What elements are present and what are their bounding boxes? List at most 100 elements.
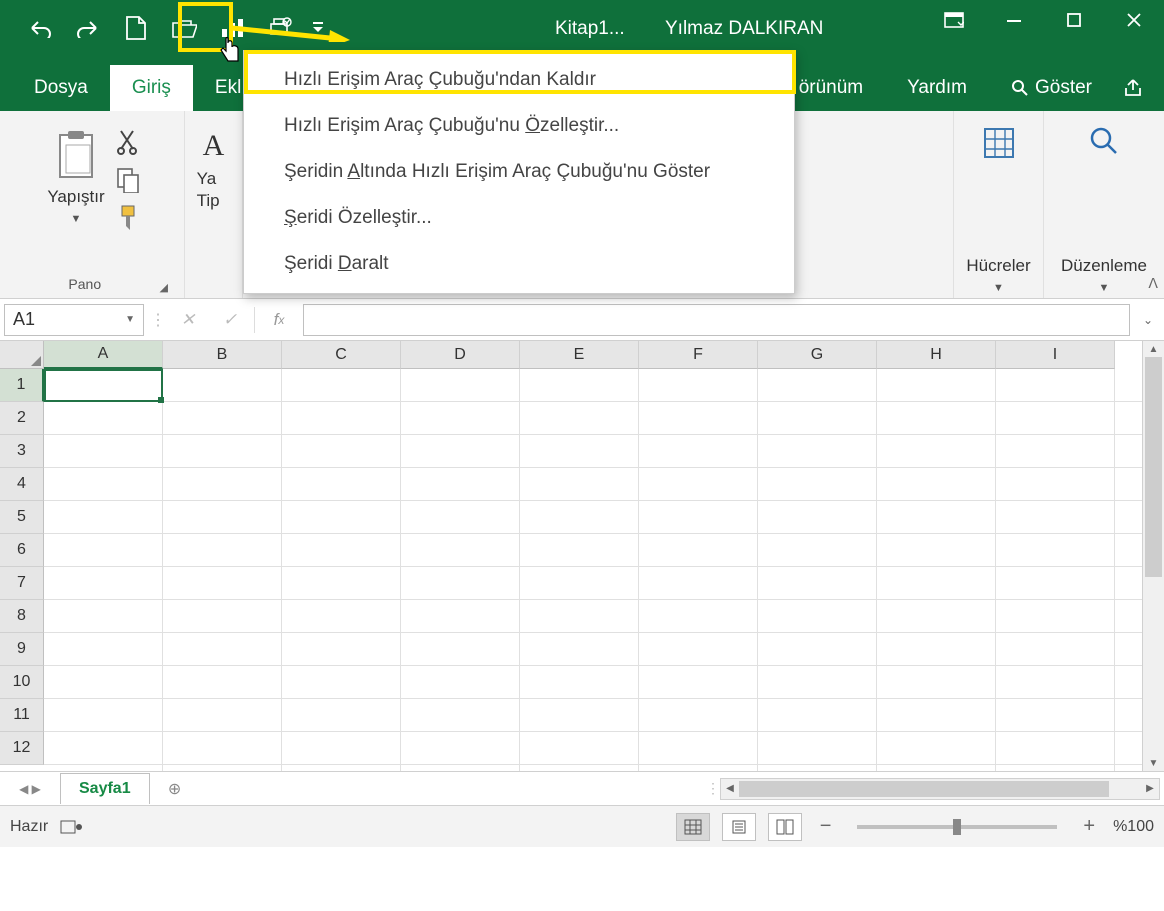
sheet-tab-sayfa1[interactable]: Sayfa1 <box>60 773 150 804</box>
insert-function-button[interactable]: fx <box>261 304 297 336</box>
zoom-out-button[interactable]: − <box>814 815 838 838</box>
brush-icon <box>116 204 140 232</box>
row-header[interactable]: 1 <box>0 369 44 402</box>
row-header[interactable]: 2 <box>0 402 44 435</box>
cells-icon <box>981 125 1017 161</box>
horizontal-scrollbar[interactable]: ◀ ▶ <box>720 778 1160 800</box>
ribbon-group-pano: Yapıştır ▼ Pano ◢ <box>0 111 185 298</box>
scroll-left-arrow[interactable]: ◀ <box>721 783 739 794</box>
macro-record-button[interactable] <box>60 818 82 836</box>
column-header[interactable]: G <box>758 341 877 369</box>
qat-customize-dropdown[interactable] <box>308 21 328 35</box>
context-collapse-ribbon[interactable]: Şeridi Daralt <box>244 241 794 287</box>
tab-dosya[interactable]: Dosya <box>12 65 110 111</box>
formula-input[interactable] <box>303 304 1130 336</box>
select-all-corner[interactable] <box>0 341 44 369</box>
column-header[interactable]: F <box>639 341 758 369</box>
print-preview-button[interactable] <box>260 8 300 48</box>
name-box[interactable]: A1▼ <box>4 304 144 336</box>
name-box-handle[interactable]: ⋮ <box>150 310 164 330</box>
scissors-icon <box>117 129 139 155</box>
ribbon-group-font-partial: A Ya Tip <box>185 111 243 298</box>
context-customize-qat[interactable]: Hızlı Erişim Araç Çubuğu'nu Özelleştir..… <box>244 103 794 149</box>
copy-button[interactable] <box>115 167 141 193</box>
row-headers: 123456789101112 <box>0 369 44 771</box>
row-header[interactable]: 8 <box>0 600 44 633</box>
row-header[interactable]: 4 <box>0 468 44 501</box>
tab-giris[interactable]: Giriş <box>110 65 193 111</box>
document-title: Kitap1... <box>555 18 625 40</box>
font-icon: A <box>197 125 231 167</box>
open-file-button[interactable] <box>164 8 204 48</box>
ribbon-display-options[interactable] <box>924 0 984 40</box>
row-header[interactable]: 12 <box>0 732 44 765</box>
new-file-button[interactable] <box>116 8 156 48</box>
cancel-formula-button[interactable]: ✕ <box>170 304 206 336</box>
search-icon <box>1088 125 1120 157</box>
qat-context-menu: Hızlı Erişim Araç Çubuğu'ndan Kaldır Hız… <box>243 50 795 294</box>
column-header[interactable]: E <box>520 341 639 369</box>
ribbon-group-hucreler: Hücreler ▼ <box>954 111 1044 298</box>
chart-button[interactable] <box>212 8 252 48</box>
row-header[interactable]: 6 <box>0 534 44 567</box>
paste-button[interactable]: Yapıştır ▼ <box>43 125 108 229</box>
column-header[interactable]: A <box>44 341 163 369</box>
tab-goster[interactable]: Göster <box>989 65 1114 111</box>
row-header[interactable]: 5 <box>0 501 44 534</box>
share-button[interactable] <box>1114 78 1154 98</box>
row-header[interactable]: 3 <box>0 435 44 468</box>
grid-body[interactable] <box>44 369 1142 771</box>
tab-yardim[interactable]: Yardım <box>885 65 989 111</box>
zoom-slider[interactable] <box>857 825 1057 829</box>
row-header[interactable]: 7 <box>0 567 44 600</box>
editing-button[interactable]: Düzenleme ▼ <box>1057 256 1151 298</box>
page-layout-view-button[interactable] <box>722 813 756 841</box>
zoom-level[interactable]: %100 <box>1113 818 1154 836</box>
column-header[interactable]: B <box>163 341 282 369</box>
cut-button[interactable] <box>115 129 141 155</box>
add-sheet-button[interactable]: ⊕ <box>160 779 190 799</box>
column-header[interactable]: H <box>877 341 996 369</box>
scroll-up-arrow[interactable]: ▲ <box>1143 341 1164 357</box>
chevron-down-icon: ▼ <box>125 314 135 325</box>
group-label-pano: Pano <box>10 272 160 298</box>
column-header[interactable]: C <box>282 341 401 369</box>
enter-formula-button[interactable]: ✓ <box>212 304 248 336</box>
quick-access-toolbar <box>0 8 328 48</box>
scroll-down-arrow[interactable]: ▼ <box>1143 755 1164 771</box>
sheet-nav-buttons[interactable]: ◀ ▶ <box>0 782 60 796</box>
column-header[interactable]: I <box>996 341 1115 369</box>
expand-formula-bar[interactable]: ⌄ <box>1136 313 1160 327</box>
chevron-down-icon: ▼ <box>1099 282 1110 294</box>
close-button[interactable] <box>1104 0 1164 40</box>
row-header[interactable]: 9 <box>0 633 44 666</box>
hscroll-thumb[interactable] <box>739 781 1109 797</box>
window-controls <box>924 0 1164 40</box>
redo-button[interactable] <box>68 8 108 48</box>
scroll-right-arrow[interactable]: ▶ <box>1141 783 1159 794</box>
context-remove-from-qat[interactable]: Hızlı Erişim Araç Çubuğu'ndan Kaldır <box>244 57 794 103</box>
row-header[interactable]: 11 <box>0 699 44 732</box>
copy-icon <box>116 167 140 193</box>
maximize-button[interactable] <box>1044 0 1104 40</box>
context-customize-ribbon[interactable]: Şeridi Özelleştir... <box>244 195 794 241</box>
undo-button[interactable] <box>20 8 60 48</box>
user-name: Yılmaz DALKIRAN <box>665 18 823 40</box>
row-header[interactable]: 10 <box>0 666 44 699</box>
tab-split-handle[interactable]: ⋮ <box>706 780 720 797</box>
zoom-in-button[interactable]: + <box>1077 815 1101 838</box>
page-break-view-button[interactable] <box>768 813 802 841</box>
column-header[interactable]: D <box>401 341 520 369</box>
cells-button[interactable]: Hücreler ▼ <box>962 256 1034 298</box>
collapse-ribbon-button[interactable]: ᐱ <box>1148 275 1158 292</box>
minimize-button[interactable] <box>984 0 1044 40</box>
vscroll-thumb[interactable] <box>1145 357 1162 577</box>
normal-view-button[interactable] <box>676 813 710 841</box>
pano-dialog-launcher[interactable]: ◢ <box>160 281 174 298</box>
vertical-scrollbar[interactable]: ▲ ▼ <box>1142 341 1164 771</box>
zoom-slider-thumb[interactable] <box>953 819 961 835</box>
format-painter-button[interactable] <box>115 205 141 231</box>
context-show-qat-below[interactable]: Şeridin Altında Hızlı Erişim Araç Çubuğu… <box>244 149 794 195</box>
clipboard-icon <box>54 129 98 181</box>
sheet-tab-bar: ◀ ▶ Sayfa1 ⊕ ⋮ ◀ ▶ <box>0 771 1164 805</box>
